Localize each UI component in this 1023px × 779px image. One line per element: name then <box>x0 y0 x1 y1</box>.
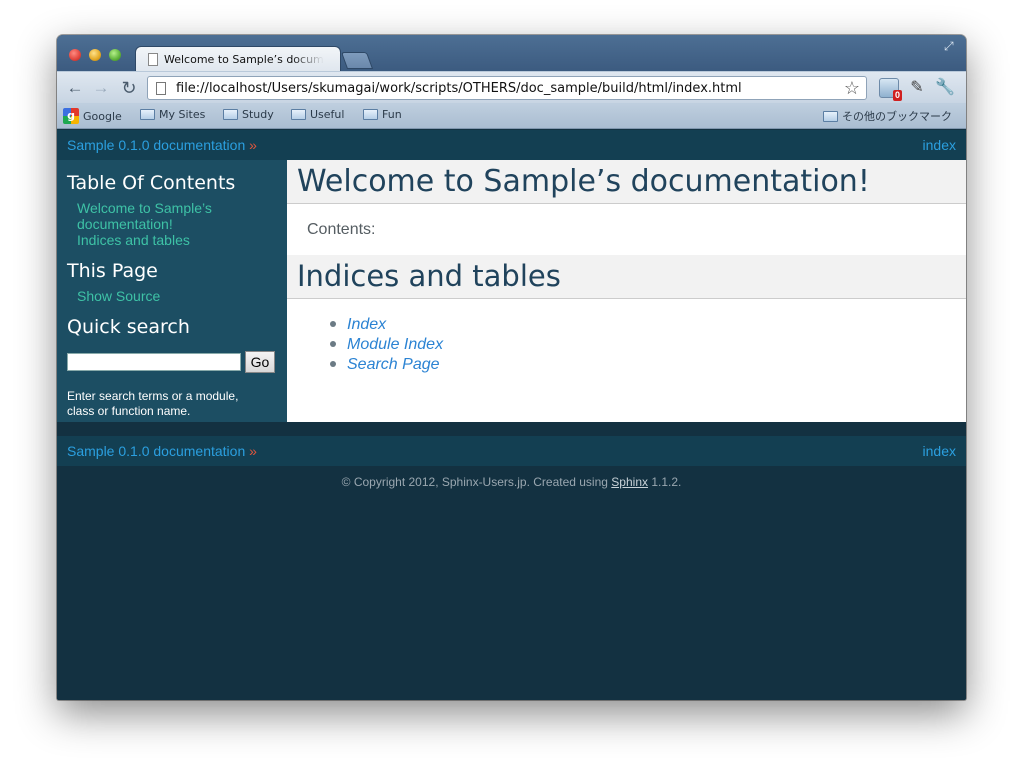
bookmark-label: Google <box>83 109 122 123</box>
indices-list: Index Module Index Search Page <box>287 299 966 375</box>
this-page-list: Show Source <box>67 288 277 304</box>
this-page-heading: This Page <box>67 260 158 282</box>
bullet-icon <box>330 341 336 347</box>
go-button[interactable]: Go <box>245 351 275 373</box>
contents-label: Contents: <box>307 221 376 238</box>
back-arrow-icon[interactable]: ← <box>65 78 85 98</box>
related-bar-top: Sample 0.1.0 documentation » index <box>57 130 966 160</box>
bookmark-google[interactable]: g Google <box>63 108 122 124</box>
footer: © Copyright 2012, Sphinx-Users.jp. Creat… <box>57 475 966 489</box>
tab-active[interactable]: Welcome to Sample’s documentation! <box>135 46 341 72</box>
sidebar: Table Of Contents Welcome to Sample’s do… <box>57 160 287 422</box>
folder-icon <box>363 109 378 120</box>
document-body: Welcome to Sample’s documentation! Conte… <box>287 160 966 422</box>
genindex-link[interactable]: Index <box>347 316 386 333</box>
search-input[interactable] <box>67 353 241 371</box>
list-item: Search Page <box>327 355 966 375</box>
folder-icon <box>223 109 238 120</box>
list-item: Index <box>327 315 966 335</box>
bullet-icon <box>330 321 336 327</box>
reload-icon[interactable]: ↻ <box>119 78 139 98</box>
google-icon: g <box>63 108 79 124</box>
bookmark-label: Useful <box>310 108 345 121</box>
folder-icon <box>291 109 306 120</box>
doc-home-link[interactable]: Sample 0.1.0 documentation <box>67 137 245 153</box>
show-source-link[interactable]: Show Source <box>77 288 277 304</box>
folder-icon <box>823 110 838 122</box>
url-text[interactable]: file://localhost/Users/skumagai/work/scr… <box>176 81 742 96</box>
address-bar[interactable]: file://localhost/Users/skumagai/work/scr… <box>147 76 867 100</box>
search-form: Go <box>67 351 277 373</box>
bookmark-label: Fun <box>382 108 402 121</box>
extension-bucket-icon[interactable]: 0 <box>879 78 902 101</box>
folder-icon <box>140 109 155 120</box>
bookmark-useful[interactable]: Useful <box>291 108 344 121</box>
zoom-window-button[interactable] <box>109 49 121 61</box>
bookmark-study[interactable]: Study <box>223 108 274 121</box>
tab-strip: Welcome to Sample’s documentation! ⤢ <box>57 35 966 72</box>
page-icon <box>156 81 166 95</box>
bookmarks-bar: g Google My Sites Study Useful Fun その他のブ… <box>57 103 966 129</box>
list-item: Module Index <box>327 335 966 355</box>
breadcrumb-separator: » <box>249 137 257 153</box>
related-bar-bottom: Sample 0.1.0 documentation » index <box>57 436 966 466</box>
toc-item-indices[interactable]: Indices and tables <box>77 232 277 248</box>
new-tab-button[interactable] <box>340 52 374 69</box>
doc-home-link[interactable]: Sample 0.1.0 documentation <box>67 443 245 459</box>
breadcrumb-separator: » <box>249 443 257 459</box>
search-page-link[interactable]: Search Page <box>347 356 440 373</box>
modindex-link[interactable]: Module Index <box>347 336 443 353</box>
search-hint: Enter search terms or a module, class or… <box>67 389 239 418</box>
index-link[interactable]: index <box>923 436 956 466</box>
version-text: 1.1.2. <box>648 475 682 489</box>
other-bookmarks[interactable]: その他のブックマーク <box>823 108 952 124</box>
wrench-menu-icon[interactable]: 🔧 <box>935 78 955 98</box>
minimize-window-button[interactable] <box>89 49 101 61</box>
toc-list: Welcome to Sample’s documentation! Indic… <box>67 200 277 248</box>
bookmark-my-sites[interactable]: My Sites <box>140 108 205 121</box>
page-content: Sample 0.1.0 documentation » index Table… <box>57 130 966 700</box>
index-link[interactable]: index <box>923 130 956 160</box>
bookmark-label: Study <box>242 108 274 121</box>
sphinx-link[interactable]: Sphinx <box>611 475 648 489</box>
browser-window: Welcome to Sample’s documentation! ⤢ ← →… <box>57 35 966 700</box>
extension-pen-icon[interactable]: ✎ <box>907 78 927 98</box>
bullet-icon <box>330 361 336 367</box>
toc-item-welcome[interactable]: Welcome to Sample’s documentation! <box>77 200 277 232</box>
other-bookmarks-label: その他のブックマーク <box>842 110 952 123</box>
indices-heading: Indices and tables <box>287 255 966 299</box>
copyright-text: © Copyright 2012, Sphinx-Users.jp. Creat… <box>341 475 612 489</box>
close-window-button[interactable] <box>69 49 81 61</box>
page-icon <box>148 53 158 66</box>
bookmark-star-icon[interactable]: ☆ <box>844 78 860 98</box>
bookmark-fun[interactable]: Fun <box>363 108 402 121</box>
extension-badge: 0 <box>892 90 902 101</box>
toolbar: ← → ↻ file://localhost/Users/skumagai/wo… <box>57 71 966 103</box>
page-title: Welcome to Sample’s documentation! <box>287 160 966 204</box>
quick-search-heading: Quick search <box>67 316 190 338</box>
forward-arrow-icon[interactable]: → <box>91 78 111 98</box>
toc-heading: Table Of Contents <box>67 172 236 194</box>
tab-title: Welcome to Sample’s documentation! <box>164 53 324 66</box>
bookmark-label: My Sites <box>159 108 206 121</box>
fullscreen-icon[interactable]: ⤢ <box>944 40 956 52</box>
